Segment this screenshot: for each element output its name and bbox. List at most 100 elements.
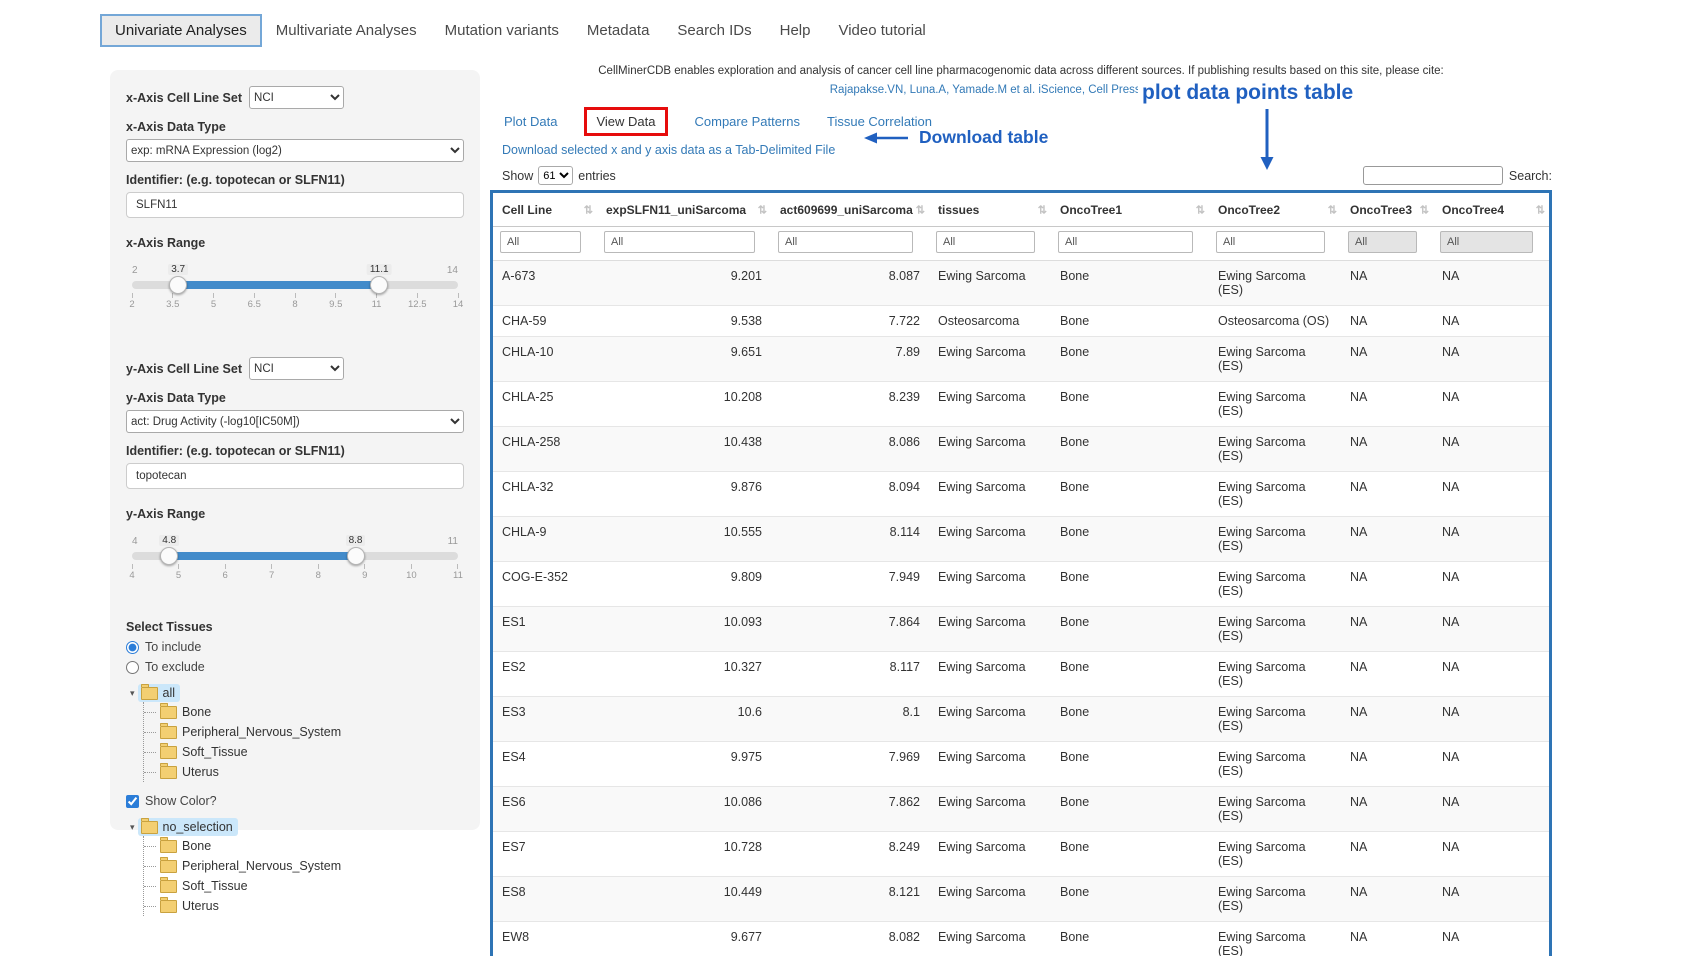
column-header[interactable]: Cell Line ⇅ bbox=[493, 193, 597, 227]
oncotree4-cell: NA bbox=[1433, 517, 1549, 562]
filter-input-oncotree3[interactable] bbox=[1348, 231, 1417, 253]
table-row[interactable]: ES6 10.086 7.862 Ewing Sarcoma Bone Ewin… bbox=[493, 787, 1549, 832]
download-link[interactable]: Download selected x and y axis data as a… bbox=[502, 143, 835, 157]
table-row[interactable]: A-673 9.201 8.087 Ewing Sarcoma Bone Ewi… bbox=[493, 261, 1549, 306]
tree-node[interactable]: Soft_Tissue bbox=[144, 742, 464, 762]
column-header-label: tissues bbox=[938, 203, 979, 217]
nav-tab[interactable]: Metadata bbox=[573, 15, 664, 46]
column-header[interactable]: act609699_uniSarcoma ⇅ bbox=[771, 193, 929, 227]
tree-node[interactable]: Uterus bbox=[144, 896, 464, 916]
table-row[interactable]: ES4 9.975 7.969 Ewing Sarcoma Bone Ewing… bbox=[493, 742, 1549, 787]
oncotree1-cell: Bone bbox=[1051, 787, 1209, 832]
oncotree1-cell: Bone bbox=[1051, 261, 1209, 306]
filter-input-oncotree1[interactable] bbox=[1058, 231, 1193, 253]
include-radio[interactable] bbox=[126, 641, 139, 654]
x-identifier-input[interactable] bbox=[126, 192, 464, 218]
column-header[interactable]: OncoTree1 ⇅ bbox=[1051, 193, 1209, 227]
table-row[interactable]: COG-E-352 9.809 7.949 Ewing Sarcoma Bone… bbox=[493, 562, 1549, 607]
column-header[interactable]: OncoTree4 ⇅ bbox=[1433, 193, 1549, 227]
exp-value-cell: 9.677 bbox=[597, 922, 771, 956]
view-tab[interactable]: Compare Patterns bbox=[695, 114, 801, 129]
view-tab[interactable]: View Data bbox=[584, 107, 667, 136]
table-row[interactable]: CHLA-258 10.438 8.086 Ewing Sarcoma Bone… bbox=[493, 427, 1549, 472]
y-identifier-input[interactable] bbox=[126, 463, 464, 489]
filter-input-tissues[interactable] bbox=[936, 231, 1035, 253]
tree-node[interactable]: Uterus bbox=[144, 762, 464, 782]
main-content: CellMinerCDB enables exploration and ana… bbox=[490, 60, 1552, 956]
tree-root-node[interactable]: ▾ no_selection bbox=[130, 818, 464, 836]
filter-input-cell-line[interactable] bbox=[500, 231, 581, 253]
oncotree1-cell: Bone bbox=[1051, 382, 1209, 427]
tissue-cell: Ewing Sarcoma bbox=[929, 607, 1051, 652]
x-identifier-label: Identifier: (e.g. topotecan or SLFN11) bbox=[126, 173, 464, 187]
slider-handle-to[interactable] bbox=[370, 276, 388, 294]
sort-icon: ⇅ bbox=[1196, 203, 1205, 216]
oncotree4-cell: NA bbox=[1433, 607, 1549, 652]
tree-node[interactable]: Bone bbox=[144, 836, 464, 856]
tree-root-selected[interactable]: all bbox=[138, 684, 181, 702]
slider-handle-to[interactable] bbox=[347, 547, 365, 565]
table-row[interactable]: ES8 10.449 8.121 Ewing Sarcoma Bone Ewin… bbox=[493, 877, 1549, 922]
tree-root-node[interactable]: ▾ all bbox=[130, 684, 464, 702]
filter-input-act[interactable] bbox=[778, 231, 913, 253]
slider-handle-from[interactable] bbox=[160, 547, 178, 565]
view-tab[interactable]: Plot Data bbox=[504, 114, 557, 129]
column-header[interactable]: OncoTree2 ⇅ bbox=[1209, 193, 1341, 227]
filter-input-exp[interactable] bbox=[604, 231, 755, 253]
table-row[interactable]: CHLA-10 9.651 7.89 Ewing Sarcoma Bone Ew… bbox=[493, 337, 1549, 382]
tree-node[interactable]: Peripheral_Nervous_System bbox=[144, 722, 464, 742]
table-row[interactable]: ES1 10.093 7.864 Ewing Sarcoma Bone Ewin… bbox=[493, 607, 1549, 652]
slider-handle-from[interactable] bbox=[169, 276, 187, 294]
download-table-annotation: Download table bbox=[862, 127, 1048, 148]
exp-value-cell: 10.438 bbox=[597, 427, 771, 472]
column-header[interactable]: expSLFN11_uniSarcoma ⇅ bbox=[597, 193, 771, 227]
oncotree3-cell: NA bbox=[1341, 697, 1433, 742]
table-row[interactable]: CHA-59 9.538 7.722 Osteosarcoma Bone Ost… bbox=[493, 306, 1549, 337]
nav-tab[interactable]: Help bbox=[766, 15, 825, 46]
column-header[interactable]: OncoTree3 ⇅ bbox=[1341, 193, 1433, 227]
tree-node[interactable]: Peripheral_Nervous_System bbox=[144, 856, 464, 876]
filter-input-oncotree4[interactable] bbox=[1440, 231, 1533, 253]
table-row[interactable]: ES2 10.327 8.117 Ewing Sarcoma Bone Ewin… bbox=[493, 652, 1549, 697]
nav-tab[interactable]: Search IDs bbox=[663, 15, 765, 46]
top-nav: Univariate Analyses Multivariate Analyse… bbox=[100, 14, 940, 47]
tree-root-selected[interactable]: no_selection bbox=[138, 818, 238, 836]
y-cell-line-set-select[interactable]: NCI bbox=[249, 357, 344, 380]
oncotree4-cell: NA bbox=[1433, 562, 1549, 607]
x-cell-line-set-select[interactable]: NCI bbox=[249, 86, 344, 109]
nav-tab[interactable]: Mutation variants bbox=[431, 15, 573, 46]
column-header[interactable]: tissues ⇅ bbox=[929, 193, 1051, 227]
tree-node-label: Soft_Tissue bbox=[182, 745, 248, 759]
y-data-type-select[interactable]: act: Drug Activity (-log10[IC50M]) bbox=[126, 410, 464, 433]
show-color-checkbox[interactable] bbox=[126, 795, 139, 808]
exp-value-cell: 10.449 bbox=[597, 877, 771, 922]
x-data-type-select[interactable]: exp: mRNA Expression (log2) bbox=[126, 139, 464, 162]
entries-select[interactable]: 61 bbox=[538, 166, 573, 185]
slider-to-label: 8.8 bbox=[346, 535, 366, 546]
citation-reference-link[interactable]: Rajapakse.VN, Luna.A, Yamade.M et al. iS… bbox=[490, 83, 1552, 98]
tree-node[interactable]: Soft_Tissue bbox=[144, 876, 464, 896]
cell-line-cell: ES1 bbox=[493, 607, 597, 652]
filter-input-oncotree2[interactable] bbox=[1216, 231, 1325, 253]
search-input[interactable] bbox=[1363, 166, 1503, 185]
table-row[interactable]: CHLA-32 9.876 8.094 Ewing Sarcoma Bone E… bbox=[493, 472, 1549, 517]
table-row[interactable]: ES3 10.6 8.1 Ewing Sarcoma Bone Ewing Sa… bbox=[493, 697, 1549, 742]
column-header-label: act609699_uniSarcoma bbox=[780, 203, 913, 217]
table-row[interactable]: ES7 10.728 8.249 Ewing Sarcoma Bone Ewin… bbox=[493, 832, 1549, 877]
table-row[interactable]: EW8 9.677 8.082 Ewing Sarcoma Bone Ewing… bbox=[493, 922, 1549, 956]
tissue-cell: Ewing Sarcoma bbox=[929, 562, 1051, 607]
x-range-label: x-Axis Range bbox=[126, 236, 464, 250]
tree-node[interactable]: Bone bbox=[144, 702, 464, 722]
nav-tab[interactable]: Univariate Analyses bbox=[100, 14, 262, 47]
slider-labels: 4 4.8 8.8 11 bbox=[132, 535, 458, 549]
column-header-label: OncoTree1 bbox=[1060, 203, 1122, 217]
exclude-radio[interactable] bbox=[126, 661, 139, 674]
nav-tab[interactable]: Video tutorial bbox=[824, 15, 939, 46]
folder-icon bbox=[141, 687, 158, 700]
oncotree3-cell: NA bbox=[1341, 832, 1433, 877]
table-row[interactable]: CHLA-25 10.208 8.239 Ewing Sarcoma Bone … bbox=[493, 382, 1549, 427]
oncotree1-cell: Bone bbox=[1051, 922, 1209, 956]
nav-tab[interactable]: Multivariate Analyses bbox=[262, 15, 431, 46]
oncotree2-cell: Osteosarcoma (OS) bbox=[1209, 306, 1341, 337]
table-row[interactable]: CHLA-9 10.555 8.114 Ewing Sarcoma Bone E… bbox=[493, 517, 1549, 562]
